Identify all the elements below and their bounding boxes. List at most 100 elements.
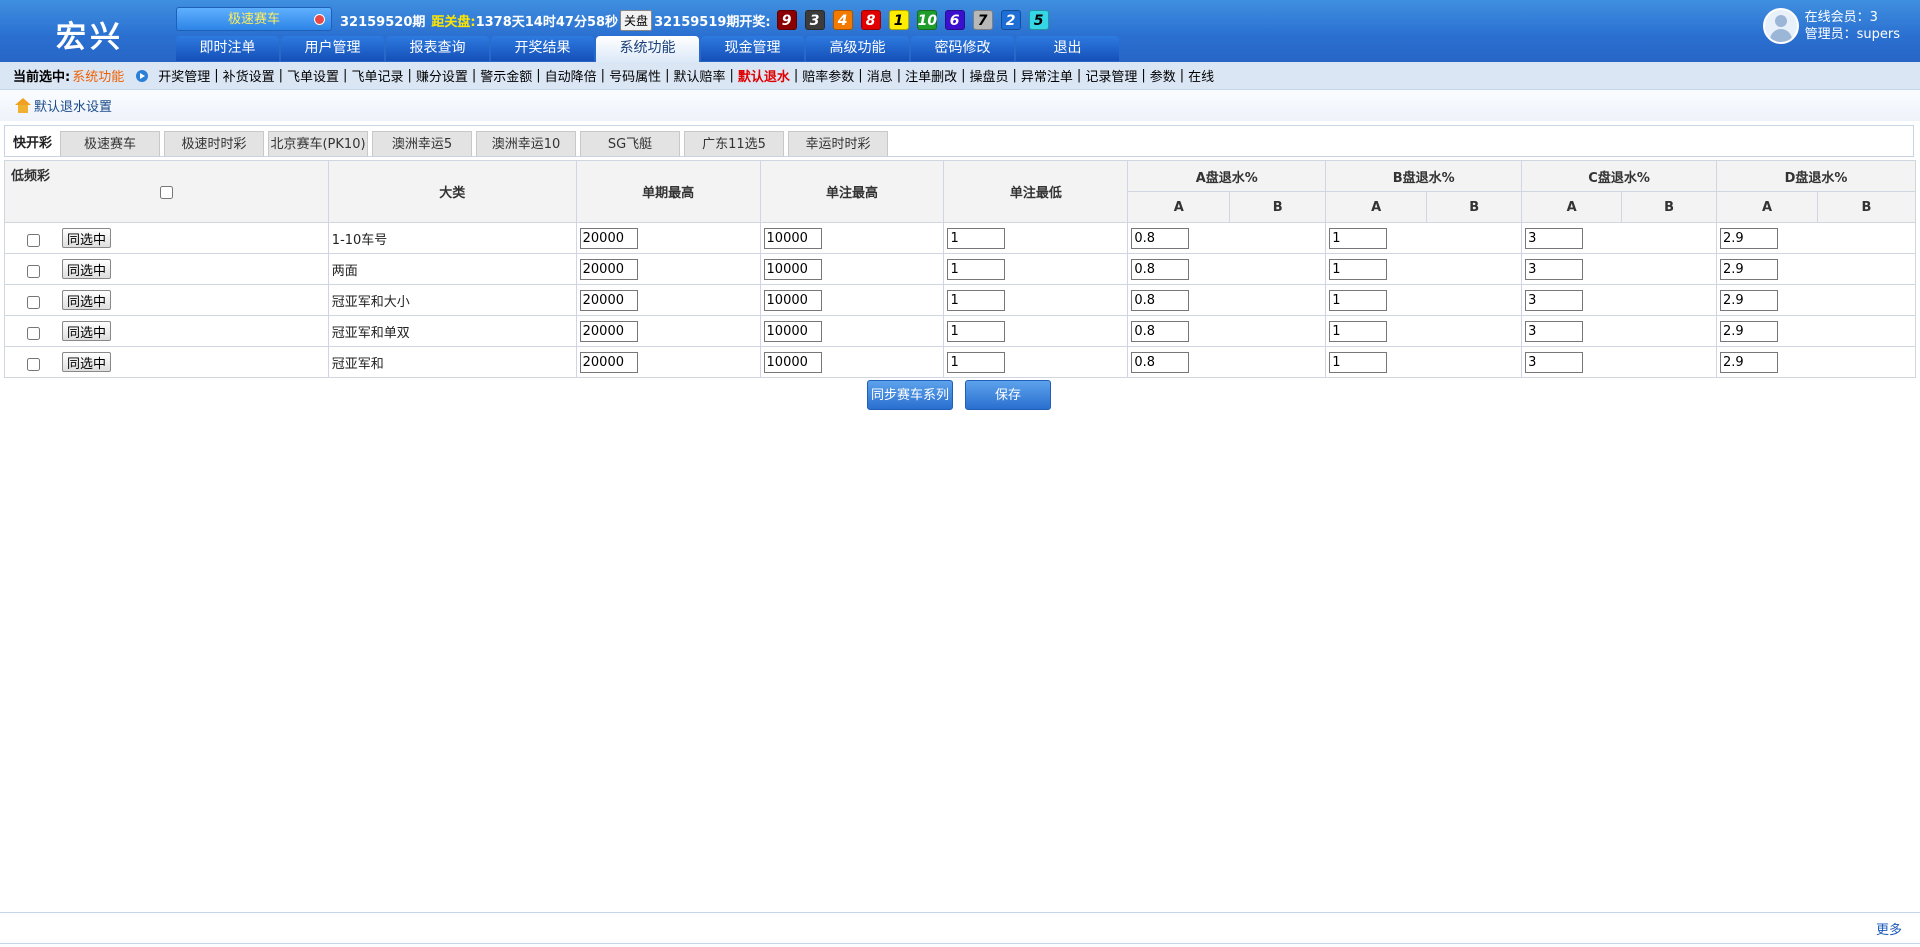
nav-tab[interactable]: 退出 — [1016, 36, 1119, 61]
b-rebate-input[interactable] — [1329, 320, 1388, 342]
bet-max-input[interactable] — [763, 227, 822, 249]
lottery-tab[interactable]: 极速赛车 — [60, 131, 161, 156]
same-select-button[interactable]: 同选中 — [62, 259, 112, 279]
subnav-item[interactable]: 补货设置 — [223, 66, 275, 85]
nav-tab[interactable]: 报表查询 — [386, 36, 489, 61]
period-max-input[interactable] — [579, 258, 638, 280]
subnav-separator: | — [407, 68, 412, 83]
same-select-button[interactable]: 同选中 — [62, 228, 112, 248]
period-max-input[interactable] — [579, 320, 638, 342]
subnav-item[interactable]: 默认赔率 — [673, 66, 725, 85]
c-rebate-input[interactable] — [1525, 289, 1584, 311]
save-button[interactable]: 保存 — [965, 380, 1051, 410]
subnav-item[interactable]: 记录管理 — [1085, 66, 1137, 85]
bet-min-input[interactable] — [947, 258, 1006, 280]
a-rebate-input[interactable] — [1131, 289, 1190, 311]
subnav-separator: | — [858, 68, 863, 83]
subnav-item[interactable]: 飞单记录 — [351, 66, 403, 85]
b-rebate-input[interactable] — [1329, 351, 1388, 373]
subnav-item[interactable]: 赚分设置 — [416, 66, 468, 85]
row-checkbox[interactable] — [27, 296, 40, 309]
sub-nav: 当前选中: 系统功能 开奖管理 | 补货设置 | 飞单设置 | 飞单记录 | 赚分设置 | 警示金额… — [0, 62, 1920, 90]
b-rebate-input[interactable] — [1329, 258, 1388, 280]
footer-bar: 更多 — [0, 912, 1920, 944]
draw-ball: 9 — [776, 10, 797, 30]
nav-tab[interactable]: 用户管理 — [281, 36, 384, 61]
nav-tab[interactable]: 现金管理 — [701, 36, 804, 61]
a-rebate-input[interactable] — [1131, 351, 1190, 373]
nav-tab[interactable]: 开奖结果 — [491, 36, 594, 61]
c-rebate-input[interactable] — [1525, 227, 1584, 249]
close-market-button[interactable]: 关盘 — [620, 9, 653, 31]
subnav-item[interactable]: 飞单设置 — [287, 66, 339, 85]
draw-ball: 6 — [944, 10, 965, 30]
main-nav: 即时注单 用户管理 报表查询 开奖结果 系统功能 现金管理 高级功能 密码修改 退出 — [176, 36, 1119, 62]
bet-max-input[interactable] — [763, 351, 822, 373]
a-rebate-input[interactable] — [1131, 227, 1190, 249]
a-rebate-input[interactable] — [1131, 320, 1190, 342]
bet-min-input[interactable] — [947, 351, 1006, 373]
game-selector-dropdown-icon[interactable] — [314, 14, 325, 25]
row-checkbox[interactable] — [27, 234, 40, 247]
d-rebate-input[interactable] — [1720, 289, 1779, 311]
lottery-tab[interactable]: 澳洲幸运10 — [476, 131, 577, 156]
lottery-tab[interactable]: 广东11选5 — [684, 131, 785, 156]
d-rebate-input[interactable] — [1720, 227, 1779, 249]
period-max-input[interactable] — [579, 227, 638, 249]
nav-tab[interactable]: 密码修改 — [911, 36, 1014, 61]
a-rebate-input[interactable] — [1131, 258, 1190, 280]
nav-tab[interactable]: 系统功能 — [596, 36, 699, 62]
subnav-item[interactable]: 默认退水 — [738, 66, 790, 85]
row-checkbox[interactable] — [27, 327, 40, 340]
lottery-tab[interactable]: SG飞艇 — [580, 131, 681, 156]
subnav-item[interactable]: 参数 — [1150, 66, 1176, 85]
sync-race-series-button[interactable]: 同步赛车系列 — [867, 380, 953, 410]
c-rebate-input[interactable] — [1525, 258, 1584, 280]
subnav-item[interactable]: 在线 — [1188, 66, 1214, 85]
subnav-item[interactable]: 警示金额 — [480, 66, 532, 85]
b-rebate-input[interactable] — [1329, 289, 1388, 311]
period-max-input[interactable] — [579, 351, 638, 373]
subnav-item[interactable]: 自动降倍 — [545, 66, 597, 85]
subnav-item[interactable]: 消息 — [867, 66, 893, 85]
d-rebate-input[interactable] — [1720, 320, 1779, 342]
d-rebate-input[interactable] — [1720, 351, 1779, 373]
subnav-item[interactable]: 开奖管理 — [158, 66, 210, 85]
close-countdown-label: 距关盘: — [431, 14, 476, 30]
fast-lottery-label: 快开彩 — [13, 135, 53, 151]
bet-min-input[interactable] — [947, 289, 1006, 311]
bet-min-input[interactable] — [947, 320, 1006, 342]
home-icon[interactable] — [15, 97, 31, 114]
d-rebate-input[interactable] — [1720, 258, 1779, 280]
col-c-sub-a: A — [1521, 191, 1623, 223]
subnav-separator: | — [1141, 68, 1146, 83]
game-selector[interactable]: 极速赛车 — [176, 7, 332, 31]
row-checkbox[interactable] — [27, 265, 40, 278]
same-select-button[interactable]: 同选中 — [62, 290, 112, 310]
b-rebate-input[interactable] — [1329, 227, 1388, 249]
lottery-tab[interactable]: 幸运时时彩 — [788, 131, 889, 156]
period-max-input[interactable] — [579, 289, 638, 311]
more-link[interactable]: 更多 — [1876, 919, 1902, 938]
subnav-item[interactable]: 注单删改 — [905, 66, 957, 85]
col-category: 大类 — [327, 160, 577, 223]
c-rebate-input[interactable] — [1525, 351, 1584, 373]
bet-max-input[interactable] — [763, 258, 822, 280]
lottery-tab[interactable]: 北京赛车(PK10) — [268, 131, 369, 156]
subnav-item[interactable]: 异常注单 — [1021, 66, 1073, 85]
nav-tab[interactable]: 即时注单 — [176, 36, 279, 61]
lottery-tab[interactable]: 极速时时彩 — [164, 131, 265, 156]
subnav-item[interactable]: 赔率参数 — [802, 66, 854, 85]
bet-max-input[interactable] — [763, 289, 822, 311]
bet-max-input[interactable] — [763, 320, 822, 342]
same-select-button[interactable]: 同选中 — [62, 352, 112, 372]
same-select-button[interactable]: 同选中 — [62, 321, 112, 341]
select-all-checkbox[interactable] — [159, 186, 173, 199]
subnav-item[interactable]: 操盘员 — [970, 66, 1009, 85]
subnav-item[interactable]: 号码属性 — [609, 66, 661, 85]
nav-tab[interactable]: 高级功能 — [806, 36, 909, 61]
bet-min-input[interactable] — [947, 227, 1006, 249]
lottery-tab[interactable]: 澳洲幸运5 — [372, 131, 473, 156]
c-rebate-input[interactable] — [1525, 320, 1584, 342]
row-checkbox[interactable] — [27, 358, 40, 371]
